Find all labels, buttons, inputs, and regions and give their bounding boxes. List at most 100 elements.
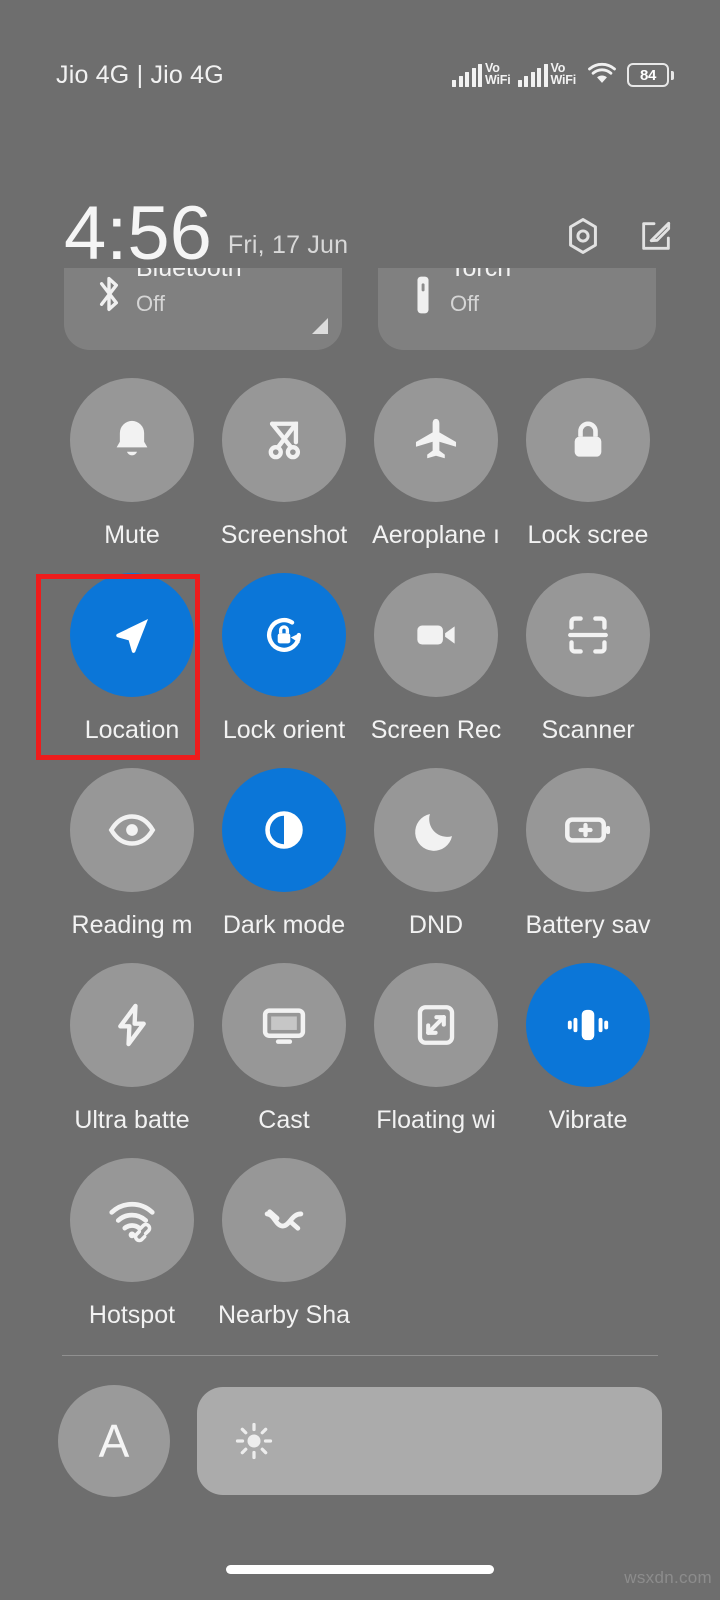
battery-cap bbox=[671, 71, 674, 80]
tile-screenshot[interactable]: Screenshot bbox=[208, 378, 360, 573]
brightness-row: A bbox=[0, 1381, 720, 1501]
tile-location-circle[interactable] bbox=[70, 573, 194, 697]
floating-window-icon bbox=[410, 999, 462, 1051]
home-indicator[interactable] bbox=[226, 1565, 494, 1574]
tile-battery-saver[interactable]: Battery sav bbox=[512, 768, 664, 963]
section-divider bbox=[62, 1355, 658, 1356]
tile-dark-mode-circle[interactable] bbox=[222, 768, 346, 892]
tile-mute[interactable]: Mute bbox=[56, 378, 208, 573]
tile-hotspot-label: Hotspot bbox=[89, 1303, 175, 1328]
clock-header: 4:56 Fri, 17 Jun bbox=[0, 175, 720, 270]
signal-bars-icon bbox=[452, 65, 482, 87]
sim1-signal-group: Vo WiFi bbox=[452, 63, 510, 88]
auto-brightness-icon[interactable]: A bbox=[58, 1385, 170, 1497]
card-bluetooth-status: Off bbox=[136, 293, 242, 315]
quick-settings-grid: Mute Screenshot Aeroplane ı Lock scree L… bbox=[0, 378, 720, 1353]
card-expand-arrow-icon[interactable] bbox=[312, 318, 328, 334]
card-torch[interactable]: Torch Off bbox=[378, 268, 656, 350]
tile-nearby-share-circle[interactable] bbox=[222, 1158, 346, 1282]
tile-reading-mode-circle[interactable] bbox=[70, 768, 194, 892]
eye-icon bbox=[105, 803, 159, 857]
wifi-icon bbox=[587, 61, 617, 90]
battery-plus-icon bbox=[561, 803, 615, 857]
card-torch-status: Off bbox=[450, 293, 511, 315]
edit-pencil-icon[interactable] bbox=[636, 216, 676, 261]
tile-hotspot[interactable]: Hotspot bbox=[56, 1158, 208, 1353]
location-arrow-icon bbox=[106, 609, 158, 661]
tile-row: Location Lock orient Screen Rec Scanner bbox=[56, 573, 664, 768]
tile-dark-mode-label: Dark mode bbox=[223, 913, 345, 938]
tile-lock-screen-circle[interactable] bbox=[526, 378, 650, 502]
tile-ultra-battery-saver-label: Ultra batte bbox=[74, 1108, 189, 1133]
tile-dnd[interactable]: DND bbox=[360, 768, 512, 963]
tile-mute-label: Mute bbox=[104, 523, 160, 548]
contrast-circle-icon bbox=[258, 804, 310, 856]
tile-reading-mode[interactable]: Reading m bbox=[56, 768, 208, 963]
tile-dnd-circle[interactable] bbox=[374, 768, 498, 892]
tile-mute-circle[interactable] bbox=[70, 378, 194, 502]
tile-vibrate-label: Vibrate bbox=[549, 1108, 628, 1133]
tile-ultra-battery-saver-circle[interactable] bbox=[70, 963, 194, 1087]
vowifi-wifi-label: WiFi bbox=[485, 75, 510, 87]
screenshot-icon bbox=[258, 414, 310, 466]
tile-cast[interactable]: Cast bbox=[208, 963, 360, 1158]
bell-icon bbox=[106, 414, 158, 466]
tile-lock-orientation-label: Lock orient bbox=[223, 718, 345, 743]
tile-location[interactable]: Location bbox=[56, 573, 208, 768]
tile-ultra-battery-saver[interactable]: Ultra batte bbox=[56, 963, 208, 1158]
vibrate-icon bbox=[562, 999, 614, 1051]
tile-row: Reading m Dark mode DND bbox=[56, 768, 664, 963]
nearby-share-icon bbox=[258, 1194, 310, 1246]
tile-aeroplane-circle[interactable] bbox=[374, 378, 498, 502]
battery-icon: 84 bbox=[627, 63, 674, 87]
tile-hotspot-circle[interactable] bbox=[70, 1158, 194, 1282]
tile-empty-slot bbox=[512, 1158, 664, 1353]
torch-icon bbox=[396, 268, 450, 318]
tile-dark-mode[interactable]: Dark mode bbox=[208, 768, 360, 963]
sim2-signal-group: Vo WiFi bbox=[518, 63, 576, 88]
aeroplane-icon bbox=[409, 413, 463, 467]
brightness-slider[interactable] bbox=[197, 1387, 662, 1495]
tile-nearby-share[interactable]: Nearby Sha bbox=[208, 1158, 360, 1353]
bluetooth-icon bbox=[82, 268, 136, 316]
tile-screen-recorder-circle[interactable] bbox=[374, 573, 498, 697]
auto-brightness-label: A bbox=[99, 1414, 130, 1468]
monitor-icon bbox=[257, 998, 311, 1052]
tile-lock-orientation[interactable]: Lock orient bbox=[208, 573, 360, 768]
signal-bars-icon bbox=[518, 65, 548, 87]
tile-floating-windows-label: Floating wi bbox=[376, 1108, 496, 1133]
tile-scanner[interactable]: Scanner bbox=[512, 573, 664, 768]
settings-gear-icon[interactable] bbox=[562, 215, 604, 262]
card-bluetooth-texts: Bluetooth Off bbox=[136, 268, 242, 315]
clock-date: Fri, 17 Jun bbox=[228, 231, 348, 270]
tile-aeroplane-mode[interactable]: Aeroplane ı bbox=[360, 378, 512, 573]
tile-floating-windows-circle[interactable] bbox=[374, 963, 498, 1087]
camcorder-icon bbox=[410, 609, 462, 661]
tile-row: Ultra batte Cast Floating wi Vibrate bbox=[56, 963, 664, 1158]
tile-empty-slot bbox=[360, 1158, 512, 1353]
tile-vibrate[interactable]: Vibrate bbox=[512, 963, 664, 1158]
clock-time[interactable]: 4:56 bbox=[64, 198, 212, 270]
tile-scanner-circle[interactable] bbox=[526, 573, 650, 697]
vowifi-icon: Vo WiFi bbox=[551, 63, 576, 88]
tile-dnd-label: DND bbox=[409, 913, 463, 938]
tile-floating-windows[interactable]: Floating wi bbox=[360, 963, 512, 1158]
tile-lock-screen[interactable]: Lock scree bbox=[512, 378, 664, 573]
tile-scanner-label: Scanner bbox=[541, 718, 634, 743]
tile-cast-circle[interactable] bbox=[222, 963, 346, 1087]
tile-battery-saver-circle[interactable] bbox=[526, 768, 650, 892]
tile-screen-recorder-label: Screen Rec bbox=[371, 718, 502, 743]
header-actions bbox=[562, 215, 676, 270]
vowifi-icon: Vo WiFi bbox=[485, 63, 510, 88]
card-bluetooth[interactable]: Bluetooth Off bbox=[64, 268, 342, 350]
tile-screen-recorder[interactable]: Screen Rec bbox=[360, 573, 512, 768]
lightning-bolt-icon bbox=[106, 999, 158, 1051]
tile-aeroplane-label: Aeroplane ı bbox=[372, 523, 500, 548]
tile-lock-orientation-circle[interactable] bbox=[222, 573, 346, 697]
watermark: wsxdn.com bbox=[624, 1568, 712, 1588]
carrier-label: Jio 4G | Jio 4G bbox=[56, 61, 224, 90]
tile-location-label: Location bbox=[85, 718, 180, 743]
tile-vibrate-circle[interactable] bbox=[526, 963, 650, 1087]
tile-screenshot-circle[interactable] bbox=[222, 378, 346, 502]
tile-lock-screen-label: Lock scree bbox=[528, 523, 649, 548]
